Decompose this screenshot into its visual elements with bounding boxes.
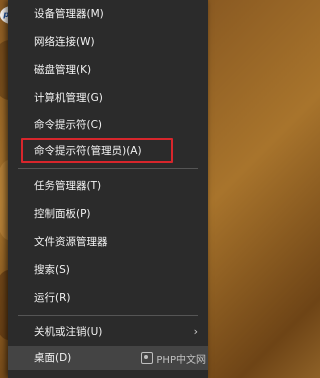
menu-item-command-prompt[interactable]: 命令提示符(C)	[8, 113, 208, 137]
menu-item-label: 运行(R)	[34, 292, 71, 304]
highlight-annotation-box	[21, 138, 173, 163]
menu-item-control-panel[interactable]: 控制面板(P)	[8, 202, 208, 226]
watermark-icon	[141, 352, 154, 364]
menu-item-label: 桌面(D)	[34, 352, 72, 364]
menu-item-task-manager[interactable]: 任务管理器(T)	[8, 174, 208, 198]
menu-item-label: 控制面板(P)	[34, 208, 91, 220]
menu-item-label: 文件资源管理器	[34, 236, 108, 248]
menu-item-device-manager[interactable]: 设备管理器(M)	[8, 2, 208, 26]
menu-item-label: 网络连接(W)	[34, 36, 95, 48]
menu-item-label: 计算机管理(G)	[34, 92, 103, 104]
menu-item-label: 关机或注销(U)	[34, 326, 103, 338]
menu-item-disk-management[interactable]: 磁盘管理(K)	[8, 58, 208, 82]
menu-divider	[18, 168, 198, 169]
menu-item-search[interactable]: 搜索(S)	[8, 258, 208, 282]
menu-item-computer-management[interactable]: 计算机管理(G)	[8, 86, 208, 110]
menu-item-label: 命令提示符(C)	[34, 119, 103, 131]
menu-item-label: 设备管理器(M)	[34, 8, 104, 20]
menu-item-label: 搜索(S)	[34, 264, 70, 276]
menu-item-label: 任务管理器(T)	[34, 180, 102, 192]
chevron-right-icon: ›	[193, 325, 198, 338]
watermark: PHP中文网	[141, 350, 206, 366]
menu-item-run[interactable]: 运行(R)	[8, 286, 208, 310]
menu-divider	[18, 315, 198, 316]
watermark-text: PHP中文网	[156, 354, 206, 366]
menu-item-label: 磁盘管理(K)	[34, 64, 92, 76]
menu-item-network-connections[interactable]: 网络连接(W)	[8, 30, 208, 54]
menu-item-shutdown-signout[interactable]: 关机或注销(U) ›	[8, 320, 208, 344]
menu-item-file-explorer[interactable]: 文件资源管理器	[8, 230, 208, 254]
winx-context-menu: 设备管理器(M) 网络连接(W) 磁盘管理(K) 计算机管理(G) 命令提示符(…	[8, 0, 208, 378]
